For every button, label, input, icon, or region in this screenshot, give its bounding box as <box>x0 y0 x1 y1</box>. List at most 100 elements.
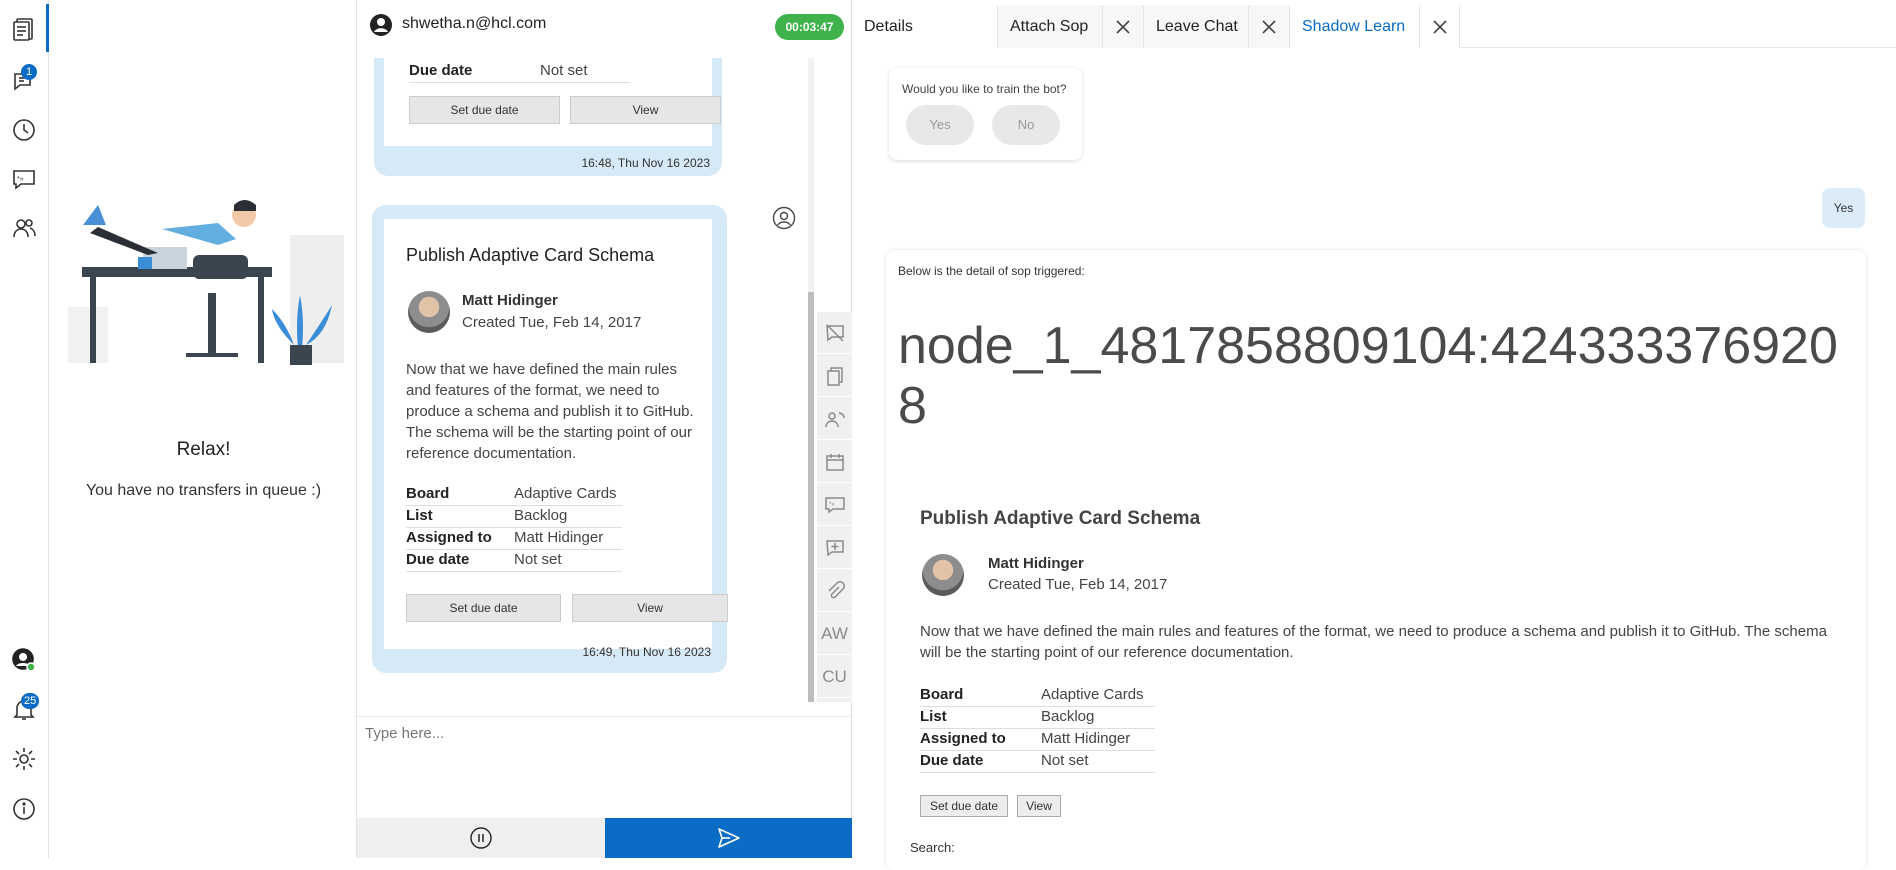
transfer-icon[interactable] <box>817 398 852 440</box>
tab-leave-chat[interactable]: Leave Chat <box>1144 5 1290 48</box>
composer <box>357 716 852 818</box>
fact-divider <box>409 82 630 83</box>
message-timestamp: 16:48, Thu Nov 16 2023 <box>581 156 710 170</box>
message-input[interactable] <box>365 725 835 742</box>
train-yes-button[interactable]: Yes <box>906 105 974 145</box>
chat-user-email: shwetha.n@hcl.com <box>402 15 547 32</box>
fact-value: Not set <box>540 62 588 79</box>
fact-value: Adaptive Cards <box>1041 686 1144 703</box>
svg-text:*»: *» <box>829 502 835 508</box>
fact-key: Board <box>406 485 450 502</box>
tool-cu[interactable]: CU <box>817 656 852 698</box>
tab-label: Shadow Learn <box>1302 18 1406 35</box>
set-due-date-button[interactable]: Set due date <box>409 96 560 124</box>
card-created: Created Tue, Feb 14, 2017 <box>462 314 642 331</box>
close-icon[interactable] <box>1248 5 1288 48</box>
tab-label: Details <box>864 18 913 35</box>
train-no-button[interactable]: No <box>992 105 1060 145</box>
view-button[interactable]: View <box>572 594 728 622</box>
canned-response-icon[interactable]: *» <box>7 162 41 196</box>
close-icon[interactable] <box>1419 5 1459 48</box>
bell-icon[interactable]: 25 <box>7 692 41 726</box>
chat-toolbar: *» AW CU <box>817 312 852 702</box>
card-description: Now that we have defined the main rules … <box>406 361 694 462</box>
left-rail: 1 *» 25 <box>0 0 49 858</box>
message-bubble: Publish Adaptive Card Schema Matt Hiding… <box>372 205 728 673</box>
queue-empty-message: You have no transfers in queue :) <box>85 482 322 499</box>
queue-icon[interactable] <box>7 12 41 46</box>
card-author: Matt Hidinger <box>988 555 1084 572</box>
fact-key: Due date <box>409 62 473 79</box>
author-avatar <box>922 554 964 596</box>
train-bot-question: Would you like to train the bot? <box>902 82 1067 96</box>
pause-icon <box>470 827 492 849</box>
scrollbar-thumb[interactable] <box>808 292 814 702</box>
copy-icon[interactable] <box>817 355 852 397</box>
message-list[interactable]: Due date Not set Set due date View 16:48… <box>357 58 817 702</box>
tab-label: Attach Sop <box>1010 18 1089 35</box>
attach-icon[interactable] <box>817 570 852 612</box>
fact-key: Due date <box>920 752 984 769</box>
view-button[interactable]: View <box>1017 795 1061 817</box>
chat-icon[interactable]: 1 <box>7 64 41 98</box>
details-panel: Details Attach Sop Leave Chat Shadow Lea… <box>852 0 1896 870</box>
hide-chat-icon[interactable] <box>817 312 852 354</box>
tab-details[interactable]: Details <box>852 5 998 48</box>
rail-active-indicator <box>46 4 49 52</box>
user-avatar-icon <box>370 14 392 36</box>
send-button[interactable] <box>605 818 852 858</box>
queue-empty-title: Relax! <box>176 439 231 460</box>
fact-value: Not set <box>514 551 562 568</box>
svg-text:*»: *» <box>17 176 24 183</box>
search-label: Search: <box>910 840 955 855</box>
sop-detail-card: Below is the detail of sop triggered: no… <box>886 250 1866 870</box>
fact-key: List <box>406 507 433 524</box>
pause-button[interactable] <box>357 818 605 858</box>
tab-attach-sop[interactable]: Attach Sop <box>998 5 1144 48</box>
fact-divider <box>920 728 1155 729</box>
fact-key: Due date <box>406 551 470 568</box>
sop-intro-text: Below is the detail of sop triggered: <box>898 264 1085 278</box>
fact-value: Not set <box>1041 752 1089 769</box>
canned-response-tool-icon[interactable]: *» <box>817 484 852 526</box>
tab-bar: Details Attach Sop Leave Chat Shadow Lea… <box>852 5 1896 48</box>
contacts-icon[interactable] <box>7 211 41 245</box>
tool-aw[interactable]: AW <box>817 613 852 655</box>
fact-value: Adaptive Cards <box>514 485 617 502</box>
card-title: Publish Adaptive Card Schema <box>920 508 1201 529</box>
fact-divider <box>406 571 622 572</box>
tab-label: Leave Chat <box>1156 18 1238 35</box>
queue-panel: Relax! You have no transfers in queue :) <box>50 0 357 858</box>
notifications-badge: 25 <box>21 693 40 709</box>
gear-icon[interactable] <box>7 742 41 776</box>
user-status-icon[interactable] <box>7 643 41 677</box>
fact-divider <box>406 549 622 550</box>
set-due-date-button[interactable]: Set due date <box>920 795 1008 817</box>
card-author: Matt Hidinger <box>462 292 558 309</box>
fact-key: Assigned to <box>406 529 492 546</box>
fact-value: Backlog <box>1041 708 1095 725</box>
set-due-date-button[interactable]: Set due date <box>406 594 561 622</box>
fact-key: Assigned to <box>920 730 1006 747</box>
add-comment-icon[interactable] <box>817 527 852 569</box>
train-bot-prompt: Would you like to train the bot? Yes No <box>889 68 1082 160</box>
calendar-icon[interactable] <box>817 441 852 483</box>
adaptive-card: Due date Not set Set due date View <box>384 58 721 146</box>
fact-key: Board <box>920 686 964 703</box>
fact-divider <box>406 527 622 528</box>
fact-value: Matt Hidinger <box>514 529 604 546</box>
fact-divider <box>406 505 622 506</box>
chat-panel: shwetha.n@hcl.com 00:03:47 Due date Not … <box>357 0 852 858</box>
view-button[interactable]: View <box>570 96 721 124</box>
tab-shadow-learn[interactable]: Shadow Learn <box>1290 5 1460 48</box>
card-title: Publish Adaptive Card Schema <box>406 245 655 265</box>
card-created: Created Tue, Feb 14, 2017 <box>988 576 1168 593</box>
close-icon[interactable] <box>1102 5 1142 48</box>
fact-divider <box>920 772 1155 773</box>
user-reply-bubble: Yes <box>1822 188 1865 228</box>
history-icon[interactable] <box>7 113 41 147</box>
adaptive-card: Publish Adaptive Card Schema Matt Hiding… <box>384 219 728 649</box>
relax-illustration <box>68 200 344 365</box>
message-bubble: Due date Not set Set due date View 16:48… <box>374 58 722 176</box>
info-icon[interactable] <box>7 792 41 826</box>
